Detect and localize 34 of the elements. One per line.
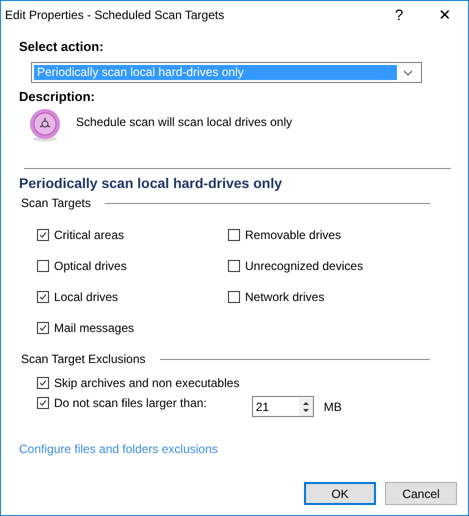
group-title: Scan Target Exclusions <box>21 352 146 366</box>
checkbox[interactable] <box>37 229 49 241</box>
size-spinner[interactable]: 21 <box>252 396 314 417</box>
checkbox[interactable] <box>37 397 49 409</box>
checkbox[interactable] <box>37 260 49 272</box>
description-text: Schedule scan will scan local drives only <box>76 115 292 129</box>
spin-arrows-icon[interactable] <box>298 398 313 416</box>
field-label: Select action: <box>19 39 104 54</box>
unit-label: MB <box>324 400 342 414</box>
checkbox[interactable] <box>228 229 240 241</box>
checkbox-label: Unrecognized devices <box>245 259 364 273</box>
checkbox[interactable] <box>37 322 49 334</box>
dialog-button[interactable]: Cancel <box>385 482 457 505</box>
checkbox-label: Local drives <box>54 290 118 304</box>
checkbox-label: Mail messages <box>54 321 134 335</box>
checkbox-label: Network drives <box>245 290 324 304</box>
help-button[interactable]: ? <box>376 1 422 29</box>
group-title: Scan Targets <box>21 196 91 210</box>
section-heading: Periodically scan local hard-drives only <box>19 175 282 191</box>
checkbox-label: Do not scan files larger than: <box>54 396 207 410</box>
biohazard-icon <box>29 108 61 142</box>
checkbox[interactable] <box>37 291 49 303</box>
checkbox-label: Optical drives <box>54 259 127 273</box>
checkbox-label: Critical areas <box>54 228 124 242</box>
checkbox[interactable] <box>228 291 240 303</box>
caret-icon <box>403 70 413 76</box>
dialog-button[interactable]: OK <box>304 482 376 505</box>
checkbox[interactable] <box>37 377 49 389</box>
window-title: Edit Properties - Scheduled Scan Targets <box>5 8 226 22</box>
checkbox[interactable] <box>228 260 240 272</box>
field-label: Description: <box>19 89 95 104</box>
checkbox-label: Removable drives <box>245 228 342 242</box>
checkbox-label: Skip archives and non executables <box>54 376 240 390</box>
close-button[interactable]: ✕ <box>422 1 468 29</box>
